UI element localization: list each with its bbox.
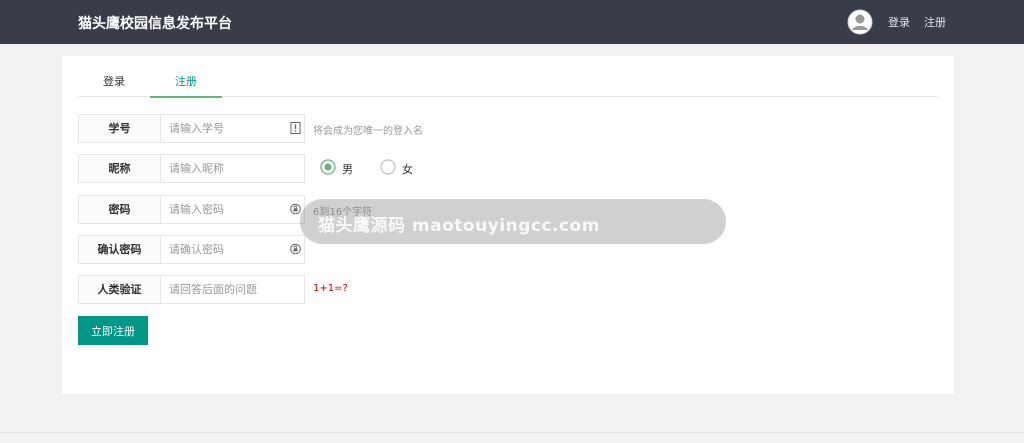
lock-icon	[290, 243, 301, 255]
lock-icon	[290, 203, 301, 215]
radio-checked-icon	[320, 159, 336, 175]
password-input[interactable]	[160, 195, 305, 224]
confirm-password-input[interactable]	[160, 235, 305, 264]
password-label: 密码	[78, 195, 161, 224]
watermark-text: 猫头鹰源码 maotouyingcc.com	[318, 216, 600, 236]
nickname-label: 昵称	[78, 154, 161, 183]
gender-male-label: 男	[342, 163, 353, 176]
confirm-password-label: 确认密码	[78, 235, 161, 264]
captcha-label: 人类验证	[78, 275, 161, 304]
nav-register-link[interactable]: 注册	[924, 14, 946, 30]
nav-login-link[interactable]: 登录	[888, 14, 910, 30]
student-id-input[interactable]	[160, 114, 305, 143]
watermark-overlay: 猫头鹰源码 maotouyingcc.com	[300, 199, 726, 244]
student-id-row: 学号 将会成为您唯一的登入名	[78, 114, 478, 143]
student-id-label: 学号	[78, 114, 161, 143]
nickname-row: 昵称 男 女	[78, 154, 478, 183]
student-id-hint: 将会成为您唯一的登入名	[313, 126, 423, 137]
gender-radio-female[interactable]: 女	[380, 159, 420, 177]
nickname-input[interactable]	[160, 154, 305, 183]
register-submit-button[interactable]: 立即注册	[78, 316, 148, 345]
brand-title[interactable]: 猫头鹰校园信息发布平台	[78, 13, 232, 33]
tab-login[interactable]: 登录	[78, 68, 150, 97]
captcha-question: 1+1=?	[313, 283, 348, 294]
footer-divider	[0, 432, 1024, 433]
auth-tabs: 登录 注册	[78, 68, 938, 98]
captcha-row: 人类验证 1+1=?	[78, 275, 478, 304]
id-card-icon	[290, 122, 301, 134]
top-navbar: 猫头鹰校园信息发布平台 登录 注册	[0, 0, 1024, 44]
tab-register[interactable]: 注册	[150, 68, 222, 98]
avatar-icon[interactable]	[847, 9, 873, 35]
captcha-input[interactable]	[160, 275, 305, 304]
radio-unchecked-icon	[380, 159, 396, 175]
gender-radio-male[interactable]: 男	[320, 159, 360, 177]
gender-female-label: 女	[402, 163, 413, 176]
